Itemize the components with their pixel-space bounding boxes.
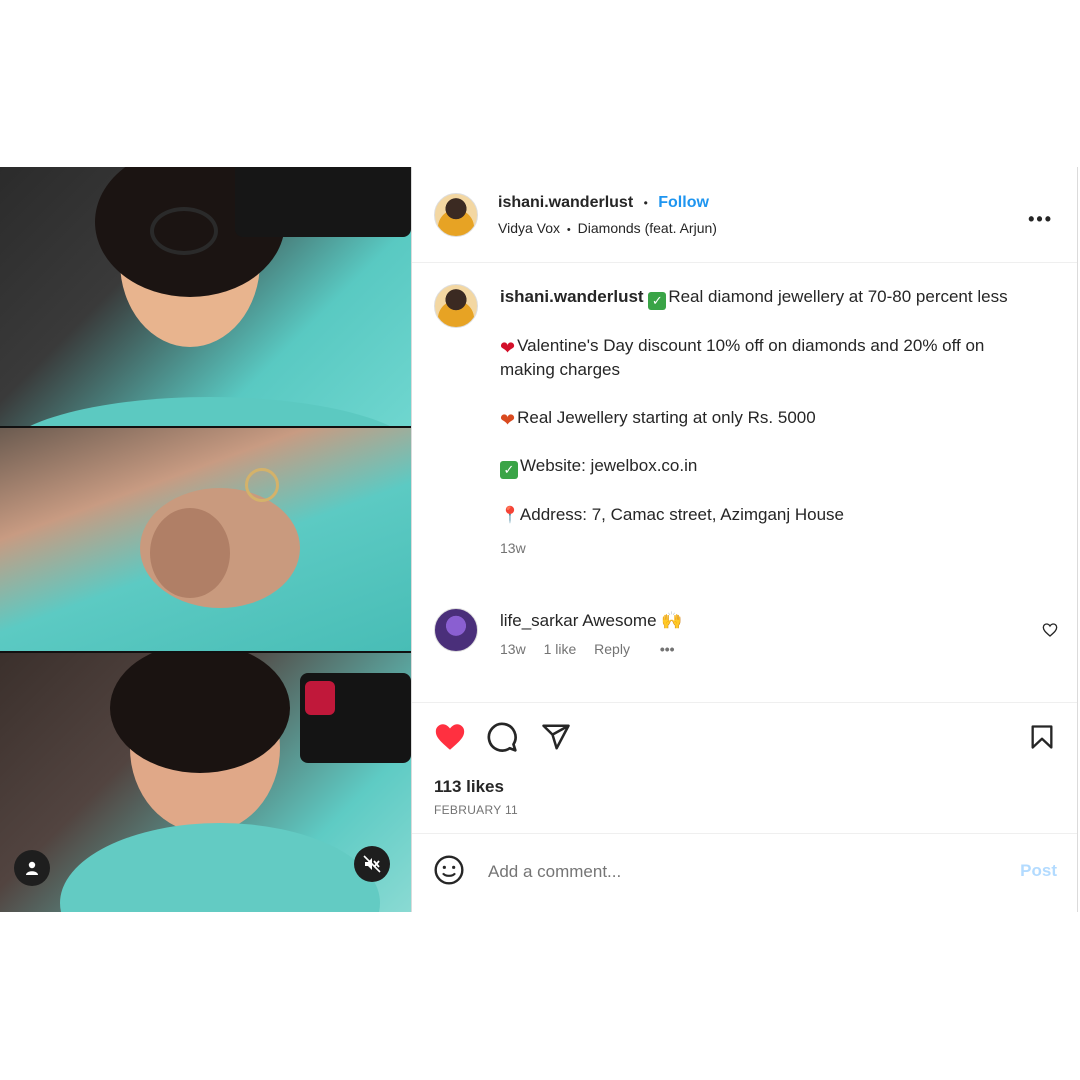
- red-heart-icon: ❤: [500, 338, 516, 358]
- action-bar: 113 likes FEBRUARY 11: [412, 702, 1077, 833]
- header-title-row: ishani.wanderlust • Follow: [498, 194, 709, 212]
- comment-text: Awesome 🙌: [582, 611, 683, 630]
- author-username[interactable]: ishani.wanderlust: [498, 194, 633, 211]
- likes-count[interactable]: 113 likes: [434, 777, 504, 797]
- media-panel-bottom: [0, 653, 411, 912]
- comment-meta: 13w 1 like Reply •••: [500, 641, 1020, 657]
- comment-input[interactable]: [486, 858, 970, 886]
- check-mark-icon: ✓: [500, 461, 518, 479]
- post-sidebar: ishani.wanderlust • Follow Vidya Vox • D…: [412, 167, 1078, 912]
- more-options-button[interactable]: •••: [1028, 209, 1053, 230]
- like-comment-icon[interactable]: [1042, 622, 1058, 638]
- more-icon: •••: [1028, 209, 1053, 229]
- comment-icon[interactable]: [486, 721, 518, 753]
- audio-separator: •: [566, 224, 571, 236]
- commenter-avatar[interactable]: [434, 608, 478, 652]
- comment-username[interactable]: life_sarkar: [500, 611, 578, 630]
- caption-line-5: 📍Address: 7, Camac street, Azimganj Hous…: [500, 503, 1040, 528]
- comment-more-icon[interactable]: •••: [660, 641, 675, 657]
- share-icon[interactable]: [540, 722, 572, 752]
- media-panel-top: [0, 167, 411, 426]
- caption-timestamp[interactable]: 13w: [500, 536, 1040, 560]
- caption-line-1: ishani.wanderlust ✓ Real diamond jeweller…: [500, 285, 1040, 310]
- caption-text-3: Real Jewellery starting at only Rs. 5000: [517, 408, 816, 427]
- audio-track: Diamonds (feat. Arjun): [577, 220, 717, 236]
- heart-icon[interactable]: [432, 720, 468, 754]
- post-caption: ishani.wanderlust ✓ Real diamond jeweller…: [500, 285, 1040, 560]
- audio-muted-icon: [363, 855, 381, 873]
- caption-text-2: Valentine's Day discount 10% off on diam…: [500, 336, 985, 379]
- caption-line-3: ❤ Real Jewellery starting at only Rs. 500…: [500, 406, 1040, 430]
- media-panel-middle: [0, 428, 411, 651]
- author-avatar[interactable]: [434, 193, 478, 237]
- comment-reply-button[interactable]: Reply: [594, 641, 630, 657]
- caption-avatar[interactable]: [434, 284, 478, 328]
- caption-username[interactable]: ishani.wanderlust: [500, 287, 644, 306]
- heart-icon-orange: ❤: [500, 410, 516, 430]
- comment-item: life_sarkar Awesome 🙌 13w 1 like Reply •…: [500, 609, 1020, 657]
- emoji-icon[interactable]: [433, 854, 465, 886]
- caption-text-1: Real diamond jewellery at 70-80 percent …: [668, 287, 1008, 306]
- comment-likes[interactable]: 1 like: [544, 641, 577, 657]
- post-date[interactable]: FEBRUARY 11: [434, 803, 518, 817]
- audio-artist: Vidya Vox: [498, 220, 561, 236]
- tag-user-icon: [26, 861, 38, 875]
- bookmark-icon[interactable]: [1028, 722, 1056, 752]
- post-comment-button[interactable]: Post: [1020, 861, 1057, 881]
- audio-attribution[interactable]: Vidya Vox • Diamonds (feat. Arjun): [498, 220, 717, 236]
- header-separator: •: [643, 196, 648, 210]
- post-dialog: ishani.wanderlust • Follow Vidya Vox • D…: [0, 167, 1080, 912]
- post-header: ishani.wanderlust • Follow Vidya Vox • D…: [412, 167, 1077, 263]
- caption-text-4: Website: jewelbox.co.in: [520, 456, 698, 475]
- caption-line-4: ✓ Website: jewelbox.co.in: [500, 454, 1040, 479]
- comment-timestamp[interactable]: 13w: [500, 641, 526, 657]
- pushpin-icon: 📍: [500, 507, 520, 524]
- post-media[interactable]: [0, 167, 411, 912]
- audio-toggle-button[interactable]: [354, 846, 390, 882]
- caption-text-5: Address: 7, Camac street, Azimganj House: [519, 505, 845, 524]
- caption-line-2: ❤ Valentine's Day discount 10% off on dia…: [500, 334, 1040, 382]
- tagged-users-button[interactable]: [14, 850, 50, 886]
- follow-button[interactable]: Follow: [658, 194, 709, 211]
- check-mark-icon: ✓: [648, 292, 667, 310]
- add-comment-bar: Post: [412, 833, 1077, 913]
